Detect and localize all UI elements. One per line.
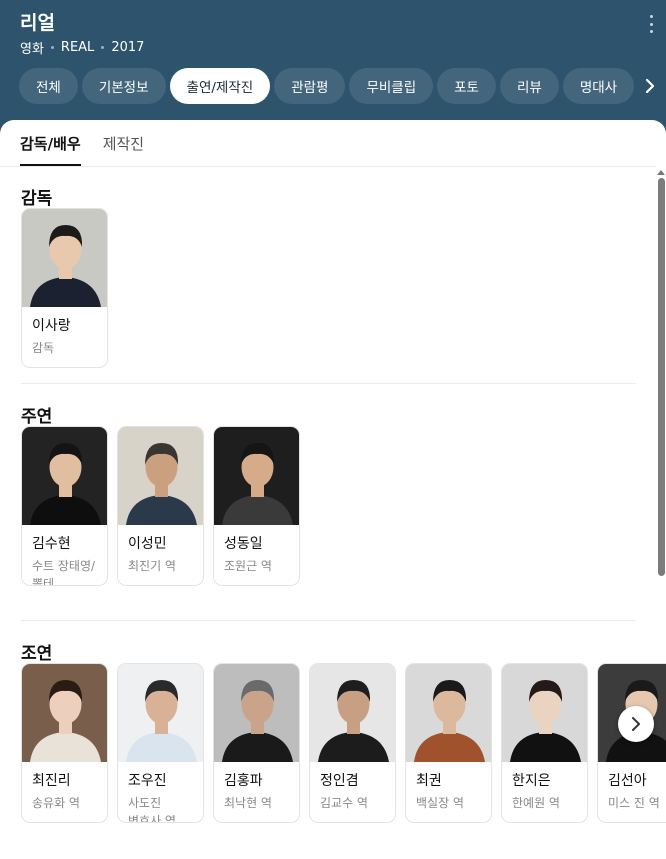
person-photo-frame (310, 664, 395, 762)
person-card[interactable]: 최권백실장 역 (405, 663, 492, 823)
movie-meta: 영화 REAL 2017 (20, 38, 144, 57)
tab-1[interactable]: 기본정보 (81, 68, 166, 104)
scroll-up-arrow-icon[interactable] (657, 170, 665, 175)
person-card[interactable]: 정인겸김교수 역 (309, 663, 396, 823)
section-title-support: 조연 (21, 644, 53, 664)
tab-3[interactable]: 관람평 (274, 68, 346, 104)
movie-original-title: REAL (60, 40, 95, 55)
person-photo-frame (22, 209, 107, 307)
person-name: 성동일 (224, 536, 263, 552)
subtab-0[interactable]: 감독/배우 (20, 132, 81, 166)
cast-crew-panel: 감독/배우 제작진 감독 이사랑 감독 주연 김수현 수트 장태영/뽈테 ... 이성민… (0, 120, 666, 859)
movie-title: 리얼 (20, 12, 55, 34)
person-photo-frame (22, 427, 107, 525)
tab-2[interactable]: 출연/제작진 (169, 68, 271, 104)
scrollbar-thumb[interactable] (658, 178, 665, 576)
lead-cast-list: 김수현 수트 장태영/뽈테 ... 이성민 최진기 역 성동일 조원근 역 (21, 426, 309, 586)
person-role: 조원근 역 (224, 559, 272, 573)
person-photo (502, 664, 587, 762)
person-name: 조우진 (128, 773, 167, 789)
person-photo (310, 664, 395, 762)
person-card[interactable]: 성동일조원근 역 (213, 426, 300, 586)
tab-7[interactable]: 명대사 (562, 68, 635, 104)
tab-0[interactable]: 전체 (19, 68, 78, 104)
person-name: 정인겸 (320, 773, 359, 789)
person-photo-frame (406, 664, 491, 762)
person-card[interactable]: 최진리송유화 역 (21, 663, 108, 823)
person-name: 최권 (416, 773, 442, 789)
category-tabs: 전체 기본정보 출연/제작진 관람평 무비클립 포토 리뷰 명대사 (19, 68, 635, 104)
movie-year: 2017 (111, 40, 145, 55)
person-photo-frame (22, 664, 107, 762)
person-photo (406, 664, 491, 762)
director-list: 이사랑감독 (21, 208, 117, 368)
tab-6[interactable]: 리뷰 (499, 68, 559, 104)
person-photo (22, 209, 107, 307)
cast-crew-subtabs: 감독/배우 제작진 (20, 132, 166, 166)
tab-4[interactable]: 무비클립 (349, 68, 434, 104)
person-photo (118, 427, 203, 525)
person-name: 한지은 (512, 773, 551, 789)
person-role: 최낙현 역 (224, 796, 272, 810)
person-name: 이성민 (128, 536, 167, 552)
person-role: 사도진 변호사 역 (128, 796, 176, 823)
tabs-next-button[interactable] (634, 68, 666, 104)
person-role: 감독 (32, 341, 55, 355)
person-role: 최진기 역 (128, 559, 176, 573)
person-card[interactable]: 이사랑감독 (21, 208, 108, 368)
person-card[interactable]: 한지은한예원 역 (501, 663, 588, 823)
supporting-cast-next-button[interactable] (618, 706, 654, 742)
section-title-director: 감독 (21, 189, 53, 209)
person-name: 김홍파 (224, 773, 263, 789)
more-vertical-icon[interactable] (650, 15, 654, 33)
person-name: 이사랑 (32, 318, 71, 334)
person-photo (22, 427, 107, 525)
separator-dot (101, 46, 105, 49)
person-card[interactable]: 김선아미스 진 역 (597, 663, 666, 823)
person-card[interactable]: 조우진사도진 변호사 역 (117, 663, 204, 823)
supporting-cast-list: 최진리 송유화 역 조우진 사도진 변호사 역 김홍파 최낙현 역 정인겸 김교수 역 최권 백실… (21, 663, 666, 823)
chevron-right-icon (632, 717, 640, 731)
person-role: 송유화 역 (32, 796, 80, 810)
separator-dot (50, 46, 54, 49)
person-card[interactable]: 이성민최진기 역 (117, 426, 204, 586)
person-photo (214, 427, 299, 525)
person-name: 최진리 (32, 773, 71, 789)
chevron-right-icon (645, 78, 655, 94)
person-photo (118, 664, 203, 762)
person-role: 한예원 역 (512, 796, 560, 810)
person-photo-frame (118, 427, 203, 525)
person-role: 수트 장태영/뽈테 ... (32, 559, 96, 586)
person-name: 김수현 (32, 536, 71, 552)
movie-header: 리얼 영화 REAL 2017 전체 기본정보 출연/제작진 관람평 무비클립 포토 리뷰 명… (0, 0, 666, 130)
person-photo-frame (118, 664, 203, 762)
person-photo-frame (214, 427, 299, 525)
person-name: 김선아 (608, 773, 647, 789)
subtabs-divider (0, 166, 656, 167)
subtab-1[interactable]: 제작진 (103, 132, 144, 166)
tab-5[interactable]: 포토 (437, 68, 496, 104)
person-photo-frame (502, 664, 587, 762)
section-divider (21, 383, 636, 384)
person-card[interactable]: 김수현수트 장태영/뽈테 ... (21, 426, 108, 586)
person-role: 김교수 역 (320, 796, 368, 810)
person-role: 백실장 역 (416, 796, 464, 810)
movie-genre: 영화 (20, 42, 44, 57)
person-photo (214, 664, 299, 762)
person-card[interactable]: 김홍파최낙현 역 (213, 663, 300, 823)
person-photo (22, 664, 107, 762)
section-divider (21, 620, 636, 621)
person-role: 미스 진 역 (608, 796, 660, 810)
person-photo-frame (214, 664, 299, 762)
section-title-lead: 주연 (21, 407, 53, 427)
